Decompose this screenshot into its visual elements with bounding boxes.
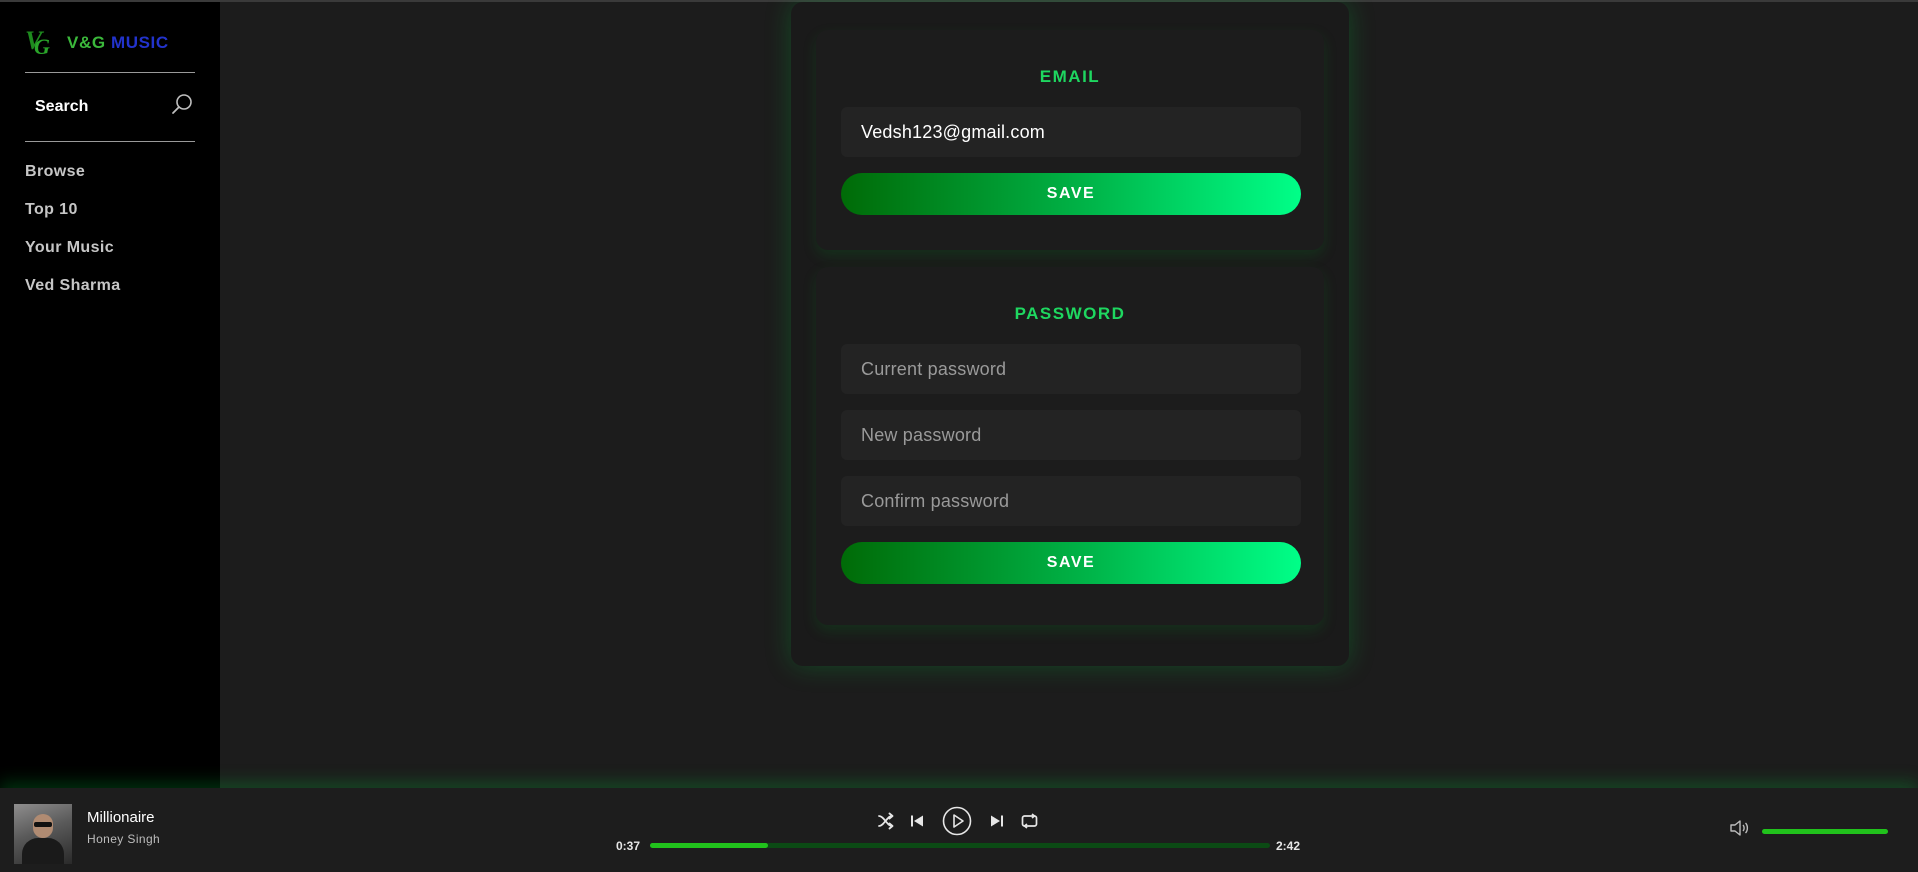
playback-controls	[876, 806, 1046, 836]
sidebar: VG V&G MUSIC Search Browse Top 10 Your M…	[0, 2, 220, 788]
skip-next-icon[interactable]	[989, 806, 1005, 836]
sidebar-divider	[25, 72, 195, 73]
sidebar-item-top-10[interactable]: Top 10	[25, 198, 121, 236]
sidebar-nav: Browse Top 10 Your Music Ved Sharma	[25, 160, 121, 312]
shuffle-icon[interactable]	[876, 806, 896, 836]
logo-text-vg: V&G	[67, 33, 106, 52]
volume-slider-fill	[1762, 829, 1888, 834]
sidebar-divider	[25, 141, 195, 142]
track-title[interactable]: Millionaire	[87, 809, 155, 826]
email-section: EMAIL SAVE	[816, 30, 1324, 250]
volume-slider[interactable]	[1762, 829, 1888, 834]
track-artist[interactable]: Honey Singh	[87, 832, 160, 846]
new-password-field[interactable]	[841, 410, 1301, 460]
account-settings-card: EMAIL SAVE PASSWORD SAVE	[791, 2, 1349, 666]
current-password-field[interactable]	[841, 344, 1301, 394]
player-bar: Millionaire Honey Singh 0:37 2:42	[0, 788, 1918, 872]
logo-text-music: MUSIC	[110, 33, 169, 52]
sidebar-item-your-music[interactable]: Your Music	[25, 236, 121, 274]
skip-previous-icon[interactable]	[909, 806, 925, 836]
volume-icon[interactable]	[1729, 819, 1749, 842]
repeat-icon[interactable]	[1020, 806, 1038, 836]
cover-figure-shades	[34, 822, 52, 827]
search-row[interactable]: Search	[25, 86, 195, 126]
sidebar-item-profile[interactable]: Ved Sharma	[25, 274, 121, 312]
app-logo[interactable]: VG V&G MUSIC	[25, 26, 169, 60]
play-icon[interactable]	[942, 806, 972, 836]
save-password-button[interactable]: SAVE	[841, 542, 1301, 584]
password-section-title: PASSWORD	[1014, 304, 1126, 323]
search-label[interactable]: Search	[35, 98, 88, 116]
progress-bar[interactable]	[650, 843, 1270, 848]
current-time: 0:37	[616, 839, 641, 853]
logo-text: V&G MUSIC	[67, 33, 169, 53]
password-section: PASSWORD SAVE	[816, 267, 1324, 625]
email-section-title: EMAIL	[1039, 67, 1101, 86]
sidebar-item-browse[interactable]: Browse	[25, 160, 121, 198]
cover-figure-body	[22, 838, 64, 864]
search-icon[interactable]	[171, 92, 195, 116]
confirm-password-field[interactable]	[841, 476, 1301, 526]
logo-mark-icon: VG	[25, 26, 50, 59]
email-field[interactable]	[841, 107, 1301, 157]
album-cover[interactable]	[14, 804, 72, 864]
progress-bar-fill	[650, 843, 768, 848]
total-time: 2:42	[1276, 839, 1301, 853]
save-email-button[interactable]: SAVE	[841, 173, 1301, 215]
